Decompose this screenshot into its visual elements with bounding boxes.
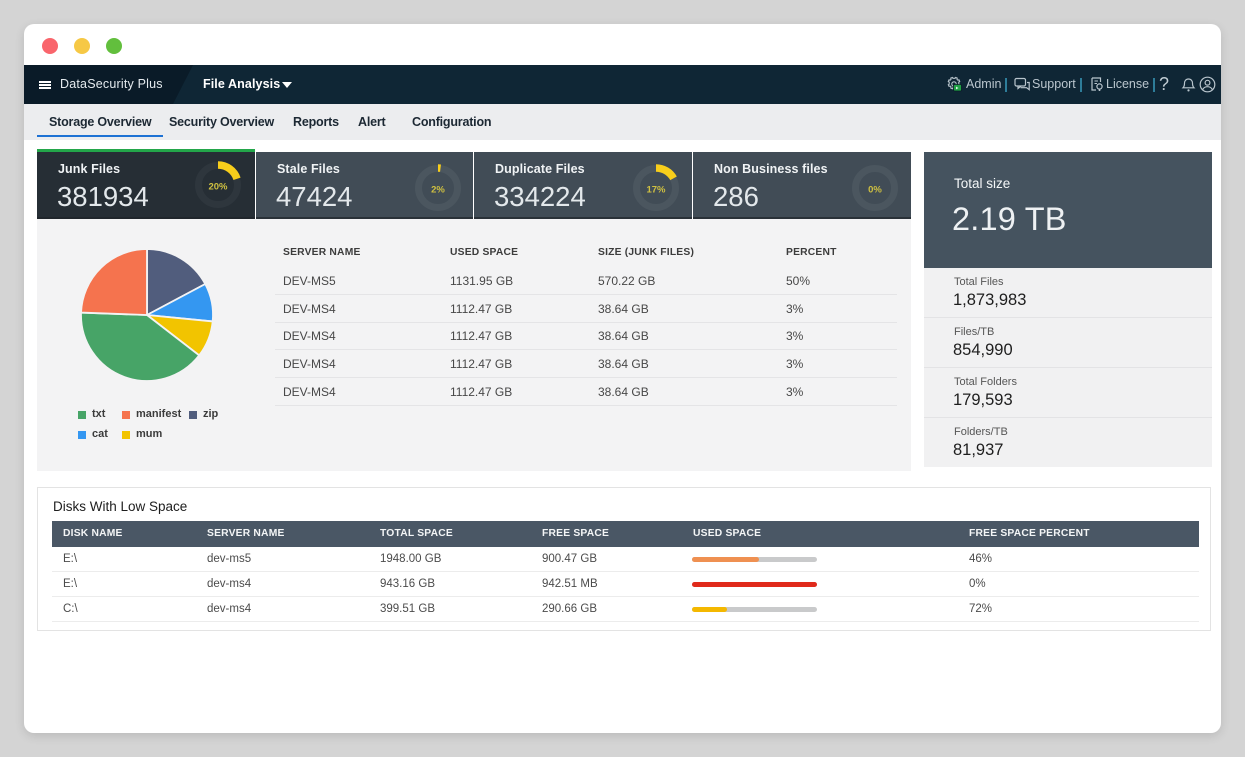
svg-text:20%: 20% xyxy=(208,182,228,193)
svg-text:17%: 17% xyxy=(646,185,666,196)
svg-text:0%: 0% xyxy=(868,185,882,196)
svg-text:2%: 2% xyxy=(431,185,445,196)
